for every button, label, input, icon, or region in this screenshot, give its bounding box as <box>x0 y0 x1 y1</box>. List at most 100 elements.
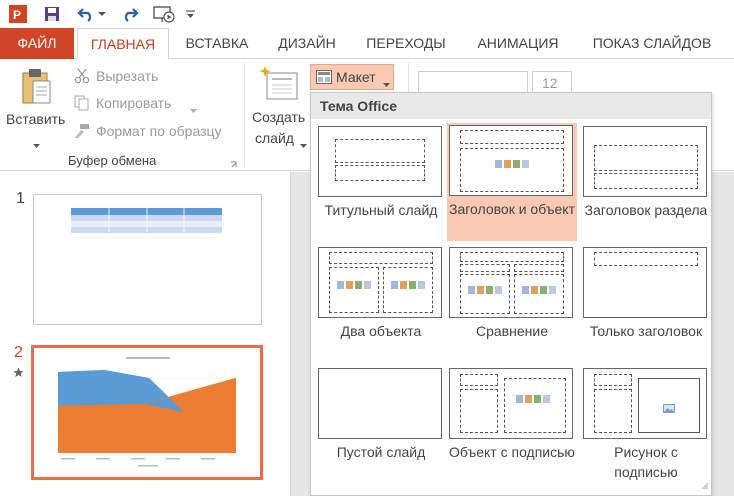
ribbon-separator <box>244 63 245 167</box>
save-icon[interactable] <box>42 4 62 24</box>
layout-thumbnail <box>583 247 707 318</box>
format-painter-icon <box>74 123 90 142</box>
slide-number: 1 <box>16 190 25 207</box>
undo-dropdown-icon[interactable] <box>97 4 107 24</box>
layout-thumbnail <box>449 247 573 318</box>
tab-slideshow[interactable]: ПОКАЗ СЛАЙДОВ <box>580 28 724 59</box>
placeholder-box <box>504 378 566 433</box>
table-preview <box>71 208 222 233</box>
placeholder-box <box>594 173 698 189</box>
slide-thumbnail-2[interactable] <box>31 345 263 480</box>
placeholder-box <box>460 148 564 192</box>
content-icons <box>495 160 529 168</box>
placeholder-box <box>594 374 632 386</box>
clipboard-group-label: Буфер обмена <box>68 153 157 168</box>
tab-insert[interactable]: ВСТАВКА <box>174 28 260 59</box>
resize-grip-icon[interactable] <box>702 477 708 492</box>
placeholder-box <box>594 252 698 266</box>
placeholder-box <box>594 145 698 171</box>
picture-icon <box>663 401 675 416</box>
cut-label: Вырезать <box>96 68 159 84</box>
placeholder-box <box>514 274 564 314</box>
format-painter-button[interactable]: Формат по образцу <box>74 122 240 142</box>
copy-icon <box>74 95 90 114</box>
customize-toolbar-icon[interactable] <box>184 4 196 24</box>
content-icons <box>522 286 556 294</box>
placeholder-box <box>460 264 510 272</box>
picture-placeholder <box>638 378 700 433</box>
new-slide-label-line1: Создать <box>252 109 306 125</box>
placeholder-box <box>335 139 425 163</box>
layout-label: Объект с подписью <box>449 444 575 460</box>
layout-gallery-header: Тема Office <box>311 93 711 119</box>
paste-button[interactable]: Вставить <box>2 63 70 149</box>
layout-thumbnail <box>583 126 707 197</box>
placeholder-box <box>329 267 379 313</box>
new-slide-icon <box>259 65 299 106</box>
layout-label: Титульный слайд <box>324 202 438 218</box>
content-icons <box>516 395 550 403</box>
layout-label: Два объекта <box>340 323 422 339</box>
cut-button[interactable]: Вырезать <box>74 67 174 87</box>
ribbon-separator <box>408 63 409 93</box>
clipboard-dialog-launcher-icon[interactable] <box>230 157 238 172</box>
placeholder-box <box>383 267 433 313</box>
placeholder-box <box>460 389 498 433</box>
layout-comparison[interactable]: Сравнение <box>447 245 577 363</box>
layout-thumbnail <box>318 368 442 439</box>
content-icons <box>337 281 371 289</box>
font-size-box[interactable]: 12 <box>532 71 572 93</box>
layout-thumbnail <box>583 368 707 439</box>
redo-icon[interactable] <box>120 4 140 24</box>
tab-file[interactable]: ФАЙЛ <box>0 28 74 59</box>
layout-title-slide[interactable]: Титульный слайд <box>316 124 446 242</box>
copy-dropdown-icon <box>190 102 197 117</box>
ribbon-tabs: ФАЙЛ ГЛАВНАЯ ВСТАВКА ДИЗАЙН ПЕРЕХОДЫ АНИ… <box>0 28 734 60</box>
layout-thumbnail <box>449 368 573 439</box>
layout-label: Заголовок раздела <box>584 202 708 218</box>
tab-animations[interactable]: АНИМАЦИЯ <box>462 28 574 59</box>
layout-section-header[interactable]: Заголовок раздела <box>581 124 711 242</box>
layout-button[interactable]: Макет <box>310 64 394 90</box>
copy-button[interactable]: Копировать <box>74 94 198 114</box>
placeholder-box <box>594 389 632 433</box>
layout-blank[interactable]: Пустой слайд <box>316 366 446 484</box>
slide-thumbnail-panel: 1 2 <box>0 172 290 496</box>
paste-dropdown-icon <box>33 137 40 152</box>
layout-dropdown-icon <box>383 76 390 91</box>
copy-label: Копировать <box>96 95 172 111</box>
svg-text:P: P <box>13 8 21 22</box>
tab-home[interactable]: ГЛАВНАЯ <box>77 28 169 60</box>
area-chart-preview <box>34 348 260 477</box>
placeholder-box <box>329 252 433 264</box>
slide-number-selected: 2 <box>14 344 23 361</box>
format-painter-label: Формат по образцу <box>96 123 222 139</box>
layout-content-with-caption[interactable]: Объект с подписью <box>447 366 577 484</box>
quick-access-toolbar: P <box>0 0 734 28</box>
new-slide-dropdown-icon <box>300 137 307 152</box>
layout-label: Только заголовок <box>589 323 703 339</box>
new-slide-button[interactable]: Создать слайд <box>249 63 309 153</box>
scissors-icon <box>74 68 90 87</box>
tab-transitions[interactable]: ПЕРЕХОДЫ <box>356 28 456 59</box>
layout-thumbnail <box>318 126 442 197</box>
slide-thumbnail-1[interactable] <box>33 194 262 325</box>
tab-design[interactable]: ДИЗАЙН <box>264 28 350 59</box>
start-slideshow-icon[interactable] <box>152 4 176 24</box>
layout-gallery-menu: Тема Office Титульный слайд Заголовок и … <box>310 92 712 496</box>
new-slide-label-line2: слайд <box>255 130 294 146</box>
placeholder-box <box>514 264 564 272</box>
layout-label: Заголовок и объект <box>449 201 575 217</box>
layout-two-content[interactable]: Два объекта <box>316 245 446 363</box>
undo-icon[interactable] <box>76 4 96 24</box>
content-icons <box>468 286 502 294</box>
layout-title-and-content[interactable]: Заголовок и объект <box>447 123 577 241</box>
paste-icon <box>20 67 52 110</box>
layout-label: Пустой слайд <box>336 444 426 460</box>
layout-thumbnail <box>449 125 573 196</box>
font-name-box[interactable] <box>418 71 528 93</box>
layout-picture-with-caption[interactable]: Рисунок с подписью <box>581 366 711 484</box>
font-size-value: 12 <box>542 75 558 91</box>
layout-title-only[interactable]: Только заголовок <box>581 245 711 363</box>
powerpoint-logo-icon: P <box>8 4 28 24</box>
